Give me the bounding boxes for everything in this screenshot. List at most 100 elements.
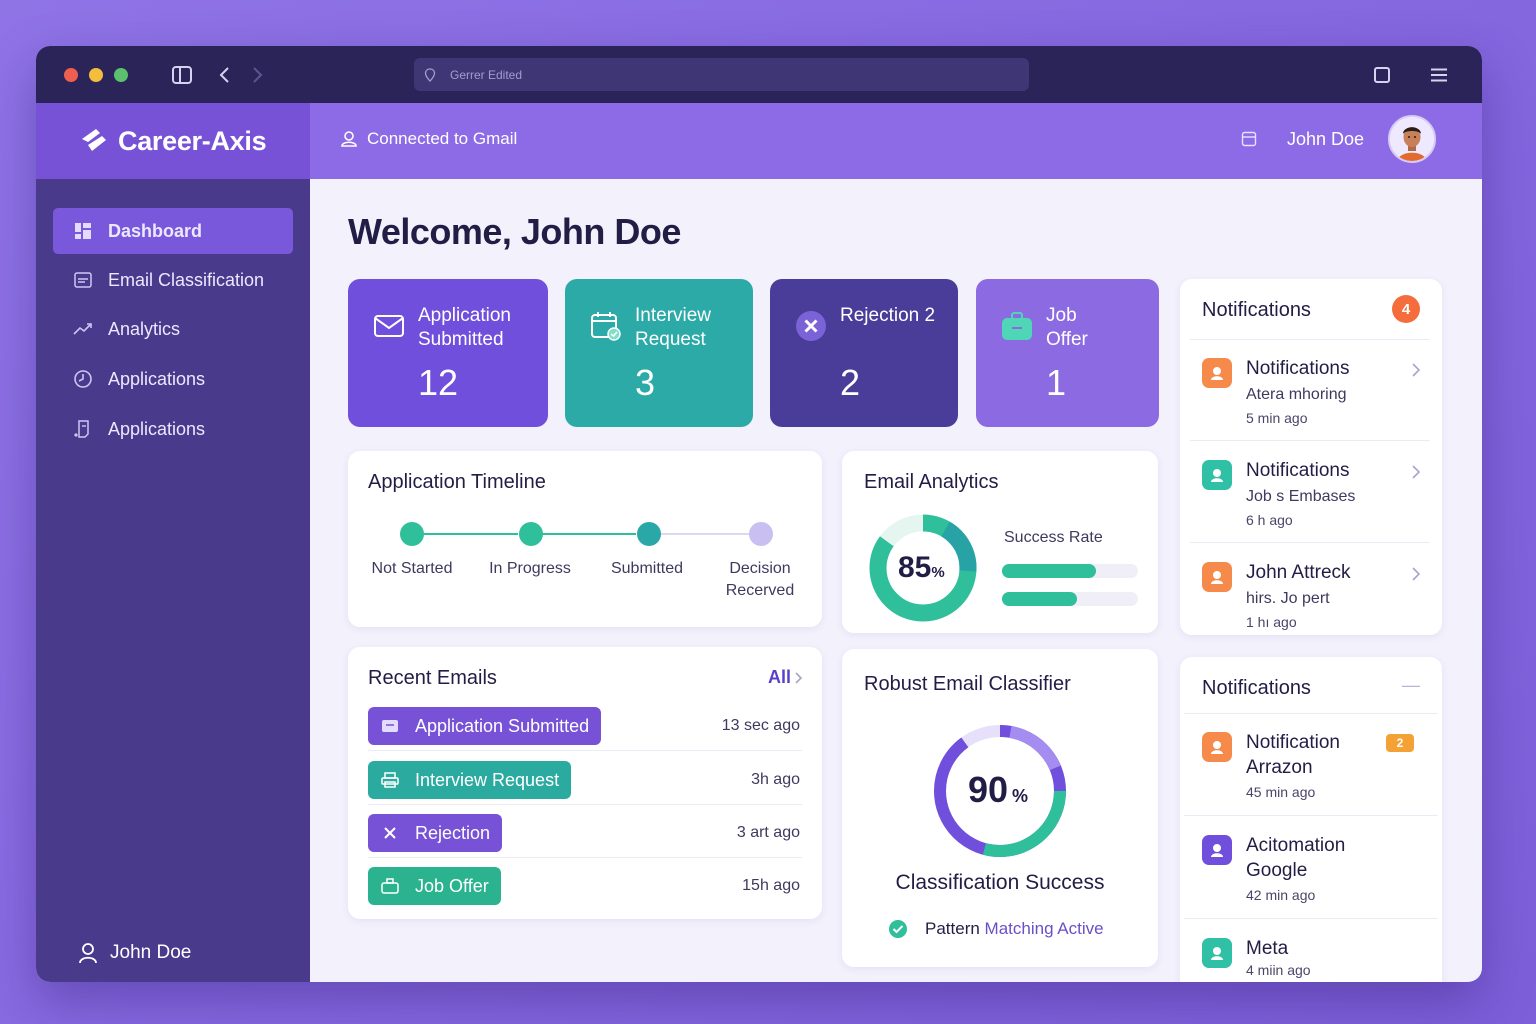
application-timeline-card: Application Timeline Not Started In Prog… [348,451,822,627]
chevron-right-icon[interactable] [1410,362,1422,378]
notification-item[interactable]: Notification Arrazon 2 45 min ago [1184,714,1438,816]
stat-value: 1 [1046,362,1067,403]
gmail-status-text: Connected to Gmail [367,129,518,148]
email-tag[interactable]: Rejection [368,814,503,852]
card-title: Recent Emails [368,667,497,689]
stat-value: 12 [418,362,459,403]
sidebar-item-applications[interactable]: Applications [53,356,293,402]
timeline-dot-not-started [400,522,424,546]
sidebar-item-label: Applications [108,418,206,439]
success-rate-bar [1002,592,1138,606]
sidebar-toggle-icon[interactable] [170,63,194,87]
sidebar-item-applications-2[interactable]: Applications [53,406,293,452]
timeline-label: Not Started [371,560,453,577]
maximize-window-button[interactable] [114,68,128,82]
calendar-icon [591,312,621,341]
header-user[interactable]: John Doe [1241,115,1436,163]
trend-icon [73,319,93,339]
notification-item[interactable]: Meta 4 miin ago [1184,920,1438,982]
timeline-label: Decision Recerved [725,560,795,599]
view-all-link[interactable]: All [768,667,804,688]
sidebar-item-email-classification[interactable]: Email Classification [53,257,293,303]
app-header: Career-Axis Connected to Gmail John Doe [36,103,1482,179]
user-icon [1202,732,1232,762]
browser-titlebar: Gerrer Edited [36,46,1482,103]
briefcase-icon [380,876,400,896]
page-title: Welcome, John Doe [348,211,681,252]
sidebar-user[interactable]: John Doe [78,942,191,964]
tabs-overview-icon[interactable] [1370,63,1394,87]
timeline-label: Submitted [610,560,684,577]
clock-icon [73,369,93,389]
header-user-name: John Doe [1286,128,1364,149]
user-icon [1202,835,1232,865]
success-rate-label: Success Rate [1004,529,1103,546]
classification-caption: Classification Success [895,871,1105,894]
sidebar-item-analytics[interactable]: Analytics [53,306,293,352]
success-rate-fill [1002,564,1096,578]
stat-card-rejection[interactable]: Rejection 2 2 [770,279,958,427]
sidebar-item-label: Email Classification [108,269,265,290]
user-icon [79,943,97,964]
avatar[interactable] [1388,115,1436,163]
window-icon[interactable] [1241,131,1257,147]
chevron-right-icon[interactable] [1410,566,1422,582]
success-percent: 85% [898,551,945,584]
inbox-icon [73,270,93,290]
card-title: Robust Email Classifier [864,673,1071,695]
email-row[interactable]: Interview Request 3h ago [368,753,802,805]
stat-card-application-submitted[interactable]: Application Submitted 12 [348,279,548,427]
success-rate-bar [1002,564,1138,578]
brand[interactable]: Career-Axis [36,103,310,179]
notification-item[interactable]: Notifications Atera mhoring 5 min ago [1190,340,1430,441]
email-row[interactable]: Application Submitted 13 sec ago [368,699,802,751]
collapse-button[interactable]: — [1402,675,1420,696]
timeline-label: In Progress [489,560,571,577]
stat-label: Job Offer [1046,305,1088,350]
notification-item[interactable]: Acitomation Google 42 min ago [1184,817,1438,919]
main-content: Welcome, John Doe Application Submitted … [310,179,1482,982]
email-time: 13 sec ago [721,717,800,734]
email-time: 3 art ago [736,824,800,841]
user-badge-icon [341,131,357,147]
stat-card-job-offer[interactable]: Job Offer 1 [976,279,1159,427]
location-pin-icon [424,67,438,82]
timeline-connector [542,533,636,535]
sidebar-user-name: John Doe [110,942,192,963]
sidebar: Dashboard Email Classification Analytics… [36,179,310,982]
notification-item[interactable]: Notifications Job s Embases 6 h ago [1190,442,1430,543]
forward-arrow-icon[interactable] [246,63,270,87]
email-time: 3h ago [751,771,800,788]
email-time: 15h ago [742,877,800,894]
envelope-icon [374,315,404,337]
email-tag[interactable]: Job Offer [368,867,501,905]
inbox-icon [380,716,400,736]
back-arrow-icon[interactable] [212,63,236,87]
printer-icon [380,770,400,790]
address-bar[interactable]: Gerrer Edited [414,58,1029,91]
email-tag[interactable]: Application Submitted [368,707,602,745]
classification-percent: 90% [968,769,1029,810]
hamburger-menu-icon[interactable] [1427,63,1451,87]
briefcase-icon [1002,312,1032,340]
card-title: Notifications [1202,299,1311,321]
timeline-connector [422,533,518,535]
notifications-panel-secondary: Notifications — Notification Arrazon 2 4… [1180,657,1442,982]
recent-emails-card: Recent Emails All Application Submitted … [348,647,822,919]
email-tag[interactable]: Interview Request [368,761,572,799]
chevron-right-icon[interactable] [1410,464,1422,480]
notification-item[interactable]: John Attreck hirs. Jo pert 1 hı ago [1190,544,1430,634]
minimize-window-button[interactable] [89,68,103,82]
x-icon [380,823,400,843]
card-title: Application Timeline [368,471,546,493]
sidebar-item-label: Applications [108,368,206,389]
notifications-panel: Notifications 4 Notifications Atera mhor… [1180,279,1442,635]
email-row[interactable]: Rejection 3 art ago [368,806,802,858]
notification-count-badge: 4 [1392,295,1420,323]
stat-label: Rejection 2 [840,305,936,326]
stat-card-interview-request[interactable]: Interview Request 3 [565,279,753,427]
user-icon [1202,562,1232,592]
email-row[interactable]: Job Offer 15h ago [368,859,802,911]
close-window-button[interactable] [64,68,78,82]
sidebar-item-dashboard[interactable]: Dashboard [53,208,293,254]
